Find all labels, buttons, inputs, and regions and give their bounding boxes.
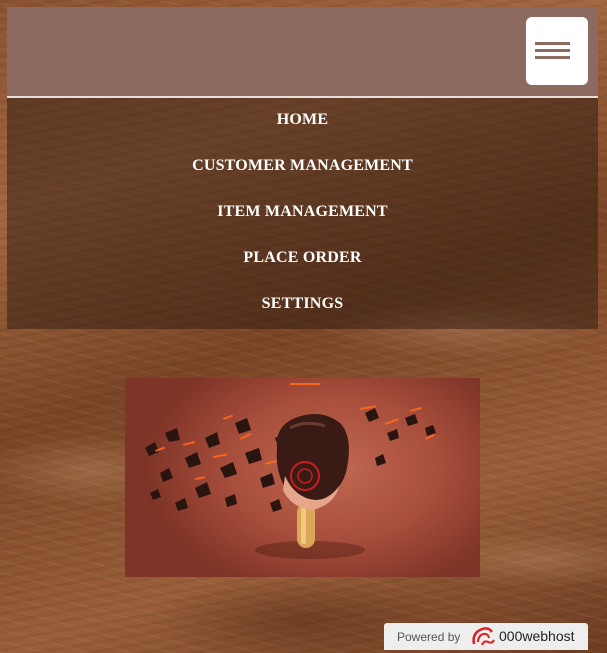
- hero-image: [125, 378, 480, 577]
- nav-item-place-order[interactable]: PLACE ORDER: [7, 249, 598, 267]
- nav-item-settings[interactable]: SETTINGS: [7, 295, 598, 313]
- header-bar: [7, 7, 598, 96]
- nav-item-customer-management[interactable]: CUSTOMER MANAGEMENT: [7, 157, 598, 175]
- powered-by-badge[interactable]: Powered by 000webhost: [384, 623, 588, 650]
- hamburger-icon-line: [535, 49, 570, 52]
- nav-item-item-management[interactable]: ITEM MANAGEMENT: [7, 203, 598, 221]
- powered-by-text: Powered by: [397, 630, 461, 644]
- webhost-brand: 000webhost: [499, 628, 575, 644]
- hamburger-icon: [535, 42, 570, 45]
- menu-toggle-button[interactable]: [526, 17, 588, 85]
- webhost-logo-icon: [470, 626, 496, 651]
- chocolate-ice-cream-bar-image: [145, 383, 436, 559]
- nav-menu: HOME CUSTOMER MANAGEMENT ITEM MANAGEMENT…: [7, 98, 598, 329]
- hamburger-icon-line: [535, 56, 570, 59]
- nav-item-home[interactable]: HOME: [7, 111, 598, 129]
